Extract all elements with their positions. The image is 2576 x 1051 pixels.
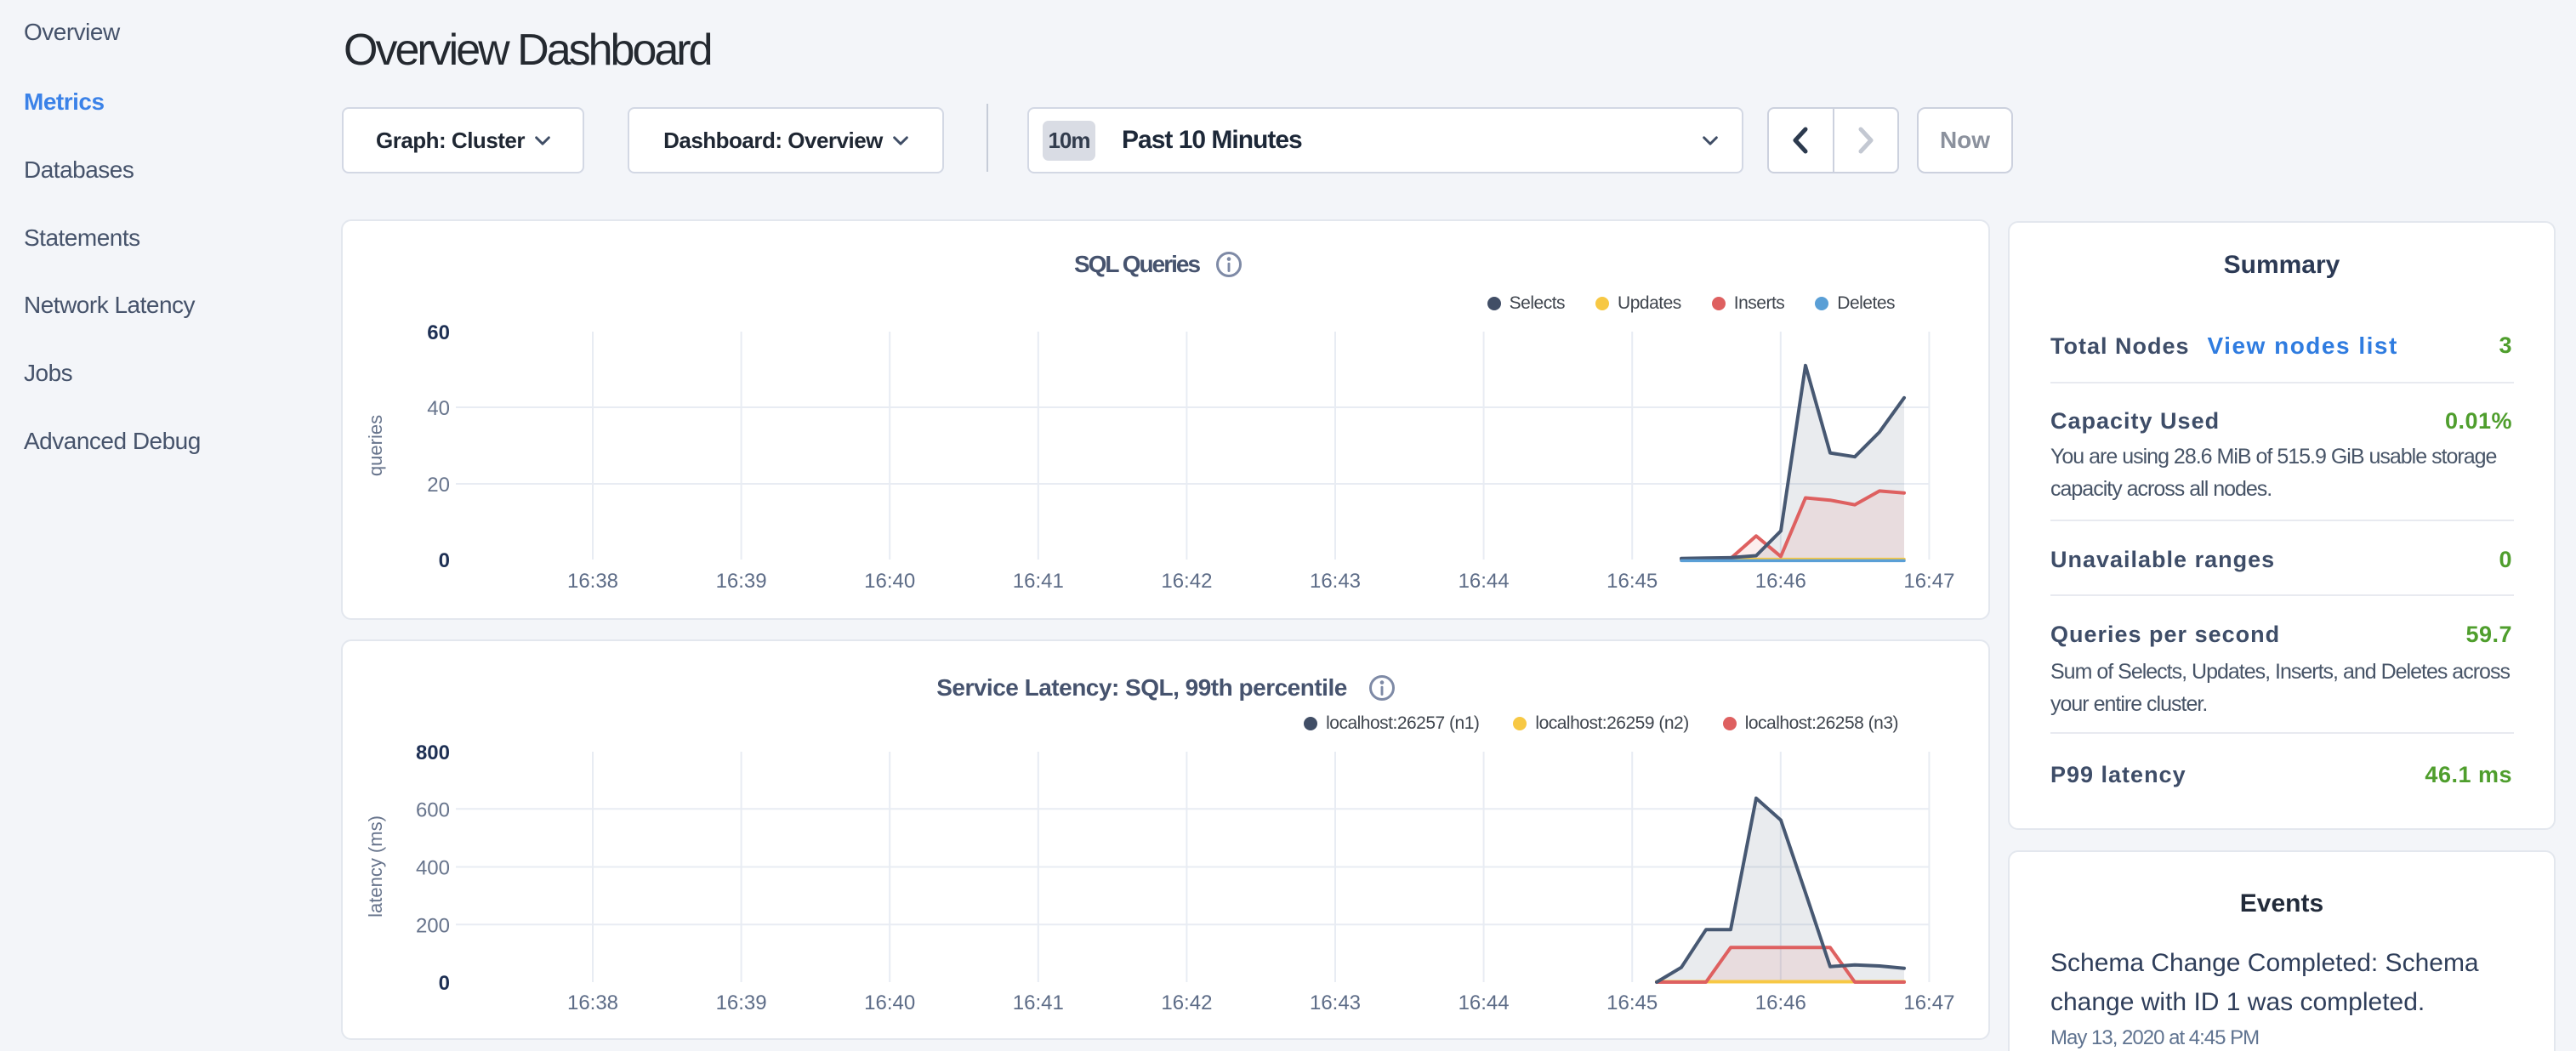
svg-text:16:46: 16:46: [1755, 570, 1806, 593]
svg-text:800: 800: [416, 741, 450, 764]
svg-text:16:38: 16:38: [567, 570, 618, 593]
svg-text:16:45: 16:45: [1606, 570, 1658, 593]
svg-text:16:41: 16:41: [1013, 991, 1064, 1014]
svg-text:16:46: 16:46: [1755, 991, 1806, 1014]
svg-text:16:40: 16:40: [864, 570, 915, 593]
svg-text:400: 400: [416, 857, 450, 880]
svg-text:16:39: 16:39: [716, 991, 767, 1014]
svg-text:16:44: 16:44: [1459, 570, 1510, 593]
svg-text:16:38: 16:38: [567, 991, 618, 1014]
svg-text:16:43: 16:43: [1310, 570, 1361, 593]
svg-text:16:42: 16:42: [1161, 991, 1212, 1014]
svg-text:20: 20: [427, 474, 450, 497]
svg-text:16:41: 16:41: [1013, 570, 1064, 593]
svg-text:latency (ms): latency (ms): [365, 815, 386, 917]
svg-text:60: 60: [427, 321, 450, 344]
svg-text:16:44: 16:44: [1459, 991, 1510, 1014]
svg-text:600: 600: [416, 798, 450, 821]
svg-text:16:43: 16:43: [1310, 991, 1361, 1014]
svg-text:queries: queries: [365, 415, 386, 476]
svg-text:16:47: 16:47: [1903, 991, 1954, 1014]
svg-text:16:45: 16:45: [1606, 991, 1658, 1014]
svg-text:40: 40: [427, 397, 450, 420]
svg-text:16:39: 16:39: [716, 570, 767, 593]
svg-text:16:40: 16:40: [864, 991, 915, 1014]
svg-text:16:47: 16:47: [1903, 570, 1954, 593]
svg-text:0: 0: [439, 972, 450, 995]
svg-text:16:42: 16:42: [1161, 570, 1212, 593]
svg-text:200: 200: [416, 914, 450, 937]
svg-text:0: 0: [439, 549, 450, 572]
